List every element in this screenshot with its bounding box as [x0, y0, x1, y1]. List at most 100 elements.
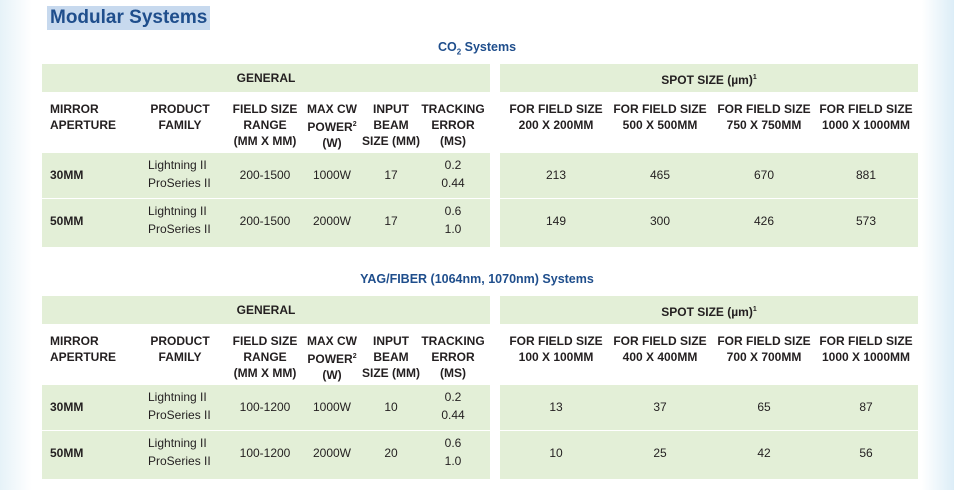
product-family-item: Lightning II: [148, 204, 207, 218]
row-divider: [500, 430, 918, 431]
spot-size-cell: 670: [753, 168, 775, 182]
column-header-line: INPUT: [358, 333, 424, 349]
column-header-line: (W): [302, 135, 362, 151]
product-family-item: Lightning II: [148, 158, 207, 172]
column-header-text: FIELD SIZE: [232, 102, 298, 116]
tracking-error-value: 1.0: [444, 222, 462, 236]
column-header-line: FOR FIELD SIZE: [717, 334, 811, 348]
tracking-error-cell: 0.2 0.44: [418, 388, 488, 424]
field-size-cell: 100-1200: [239, 400, 291, 414]
column-header-text: ERROR: [431, 350, 475, 364]
column-header-line: SIZE (MM): [358, 365, 424, 381]
column-header-text: POWER: [307, 352, 353, 366]
column-header-text: FAMILY: [158, 118, 202, 132]
column-header-line: POWER2: [302, 117, 362, 135]
spot-size-footnote: 1: [752, 306, 757, 313]
spot-size-panel: SPOT SIZE (µm)1: [500, 296, 918, 324]
spot-size-header: SPOT SIZE (µm)1: [500, 64, 918, 92]
column-header-text: (MM X MM): [233, 366, 297, 380]
spot-size-header: SPOT SIZE (µm)1: [500, 296, 918, 324]
column-header-mirror: MIRROR APERTURE: [50, 101, 130, 133]
row-divider: [42, 430, 490, 431]
max-cw-power-cell: 2000W: [312, 214, 352, 228]
column-header-maxcw: MAX CW POWER2 (W): [302, 101, 362, 151]
column-header-line: APERTURE: [50, 349, 130, 365]
spot-size-cell: 87: [859, 400, 873, 414]
column-header-line: FOR FIELD SIZE: [613, 334, 707, 348]
spot-size-cell: 426: [753, 214, 775, 228]
product-family-cell: Lightning II ProSeries II: [148, 156, 228, 192]
column-header-line: 400 X 400MM: [622, 350, 698, 364]
product-family-item: ProSeries II: [148, 222, 211, 236]
tracking-error-value: 0.44: [441, 176, 465, 190]
spot-size-cell: 300: [649, 214, 671, 228]
column-header-text: PRODUCT: [150, 102, 210, 116]
column-header-line: PRODUCT: [140, 333, 220, 349]
column-header-tracking: TRACKING ERROR (MS): [418, 101, 488, 149]
column-header-line: 100 X 100MM: [518, 350, 594, 364]
table-caption: CO2 Systems: [0, 40, 954, 57]
column-header-line: MAX CW: [302, 333, 362, 349]
general-header: GENERAL: [42, 296, 490, 324]
column-header-text: PRODUCT: [150, 334, 210, 348]
column-header-line: (W): [302, 367, 362, 383]
column-header-line: FAMILY: [140, 349, 220, 365]
spot-size-label: SPOT SIZE (µm): [661, 73, 753, 87]
input-beam-cell: 10: [384, 400, 398, 414]
field-size-cell: 200-1500: [239, 168, 291, 182]
column-header-text: FAMILY: [158, 350, 202, 364]
tracking-error-cell: 0.6 1.0: [418, 434, 488, 470]
column-header-spot-2: FOR FIELD SIZE 700 X 700MM: [711, 333, 817, 365]
column-header-line: SIZE (MM): [358, 133, 424, 149]
field-size-cell: 200-1500: [239, 214, 291, 228]
table-caption: YAG/FIBER (1064nm, 1070nm) Systems: [0, 272, 954, 286]
column-header-text: APERTURE: [50, 350, 117, 364]
mirror-aperture-cell: 50MM: [50, 214, 84, 228]
input-beam-cell: 17: [384, 168, 398, 182]
column-header-footnote: 2: [352, 353, 357, 360]
column-header-input: INPUT BEAM SIZE (MM): [358, 333, 424, 381]
column-header-text: INPUT: [373, 334, 409, 348]
column-header-text: (MS): [440, 134, 466, 148]
spot-size-cell: 42: [757, 446, 771, 460]
column-header-text: APERTURE: [50, 118, 117, 132]
column-header-line: 700 X 700MM: [726, 350, 802, 364]
mirror-aperture-cell: 50MM: [50, 446, 84, 460]
column-header-text: FIELD SIZE: [232, 334, 298, 348]
column-header-spot-1: FOR FIELD SIZE 400 X 400MM: [607, 333, 713, 365]
column-header-text: POWER: [307, 120, 353, 134]
max-cw-power-cell: 1000W: [312, 168, 352, 182]
caption-suffix: Systems: [461, 40, 517, 54]
column-header-spot-3: FOR FIELD SIZE 1000 X 1000MM: [813, 101, 919, 133]
column-header-line: (MS): [418, 133, 488, 149]
column-header-text: RANGE: [243, 350, 287, 364]
column-header-line: MAX CW: [302, 101, 362, 117]
spot-size-cell: 10: [549, 446, 563, 460]
column-header-line: FIELD SIZE: [226, 333, 304, 349]
input-beam-cell: 20: [384, 446, 398, 460]
column-header-maxcw: MAX CW POWER2 (W): [302, 333, 362, 383]
column-header-text: (MM X MM): [233, 134, 297, 148]
column-header-spot-0: FOR FIELD SIZE 200 X 200MM: [503, 101, 609, 133]
mirror-aperture-cell: 30MM: [50, 400, 84, 414]
product-family-item: ProSeries II: [148, 408, 211, 422]
column-header-line: (MS): [418, 365, 488, 381]
field-size-cell: 100-1200: [239, 446, 291, 460]
column-header-field: FIELD SIZE RANGE (MM X MM): [226, 333, 304, 381]
column-header-text: (W): [322, 136, 342, 150]
column-header-line: FOR FIELD SIZE: [509, 102, 603, 116]
column-header-text: MAX CW: [307, 334, 357, 348]
column-header-line: 1000 X 1000MM: [821, 350, 911, 364]
column-header-text: SIZE (MM): [362, 134, 420, 148]
general-panel: GENERAL: [42, 296, 490, 324]
column-header-line: INPUT: [358, 101, 424, 117]
column-header-tracking: TRACKING ERROR (MS): [418, 333, 488, 381]
tracking-error-value: 0.2: [444, 158, 462, 172]
column-header-line: (MM X MM): [226, 133, 304, 149]
column-header-line: BEAM: [358, 349, 424, 365]
row-divider: [42, 198, 490, 199]
spot-size-cell: 573: [855, 214, 877, 228]
caption-text: CO: [437, 40, 457, 54]
column-header-line: FAMILY: [140, 117, 220, 133]
tracking-error-value: 0.2: [444, 390, 462, 404]
